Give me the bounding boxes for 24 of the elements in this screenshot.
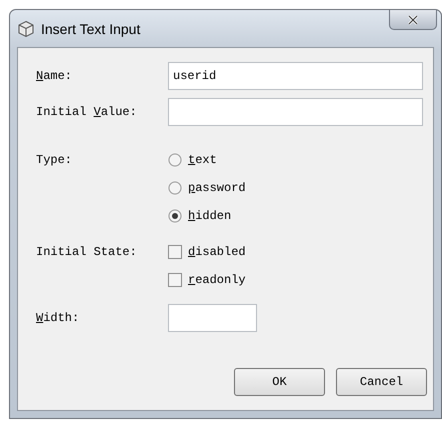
window-title: Insert Text Input [41, 20, 140, 36]
close-icon [407, 14, 419, 24]
field-label: Initial Value: [36, 104, 138, 121]
radio-button[interactable] [168, 153, 182, 167]
field-label: Initial State: [36, 244, 138, 261]
option-label[interactable]: hidden [188, 209, 232, 223]
input-field[interactable] [168, 304, 257, 332]
field-label: Width: [36, 310, 80, 327]
field-label: Type: [36, 152, 74, 169]
dialog-button[interactable]: OK [234, 368, 325, 396]
field-label: Name: [36, 68, 74, 85]
checkbox[interactable] [168, 245, 182, 259]
input-field[interactable] [168, 98, 423, 126]
radio-button[interactable] [168, 209, 182, 223]
cube-icon [17, 20, 35, 38]
radio-button[interactable] [168, 181, 182, 195]
option-label[interactable]: password [188, 181, 246, 195]
input-field[interactable]: userid [168, 62, 423, 90]
option-label[interactable]: disabled [188, 245, 246, 259]
close-button[interactable] [389, 10, 437, 30]
dialog-button[interactable]: Cancel [336, 368, 427, 396]
option-label[interactable]: readonly [188, 273, 246, 287]
checkbox[interactable] [168, 273, 182, 287]
option-label[interactable]: text [188, 153, 217, 167]
